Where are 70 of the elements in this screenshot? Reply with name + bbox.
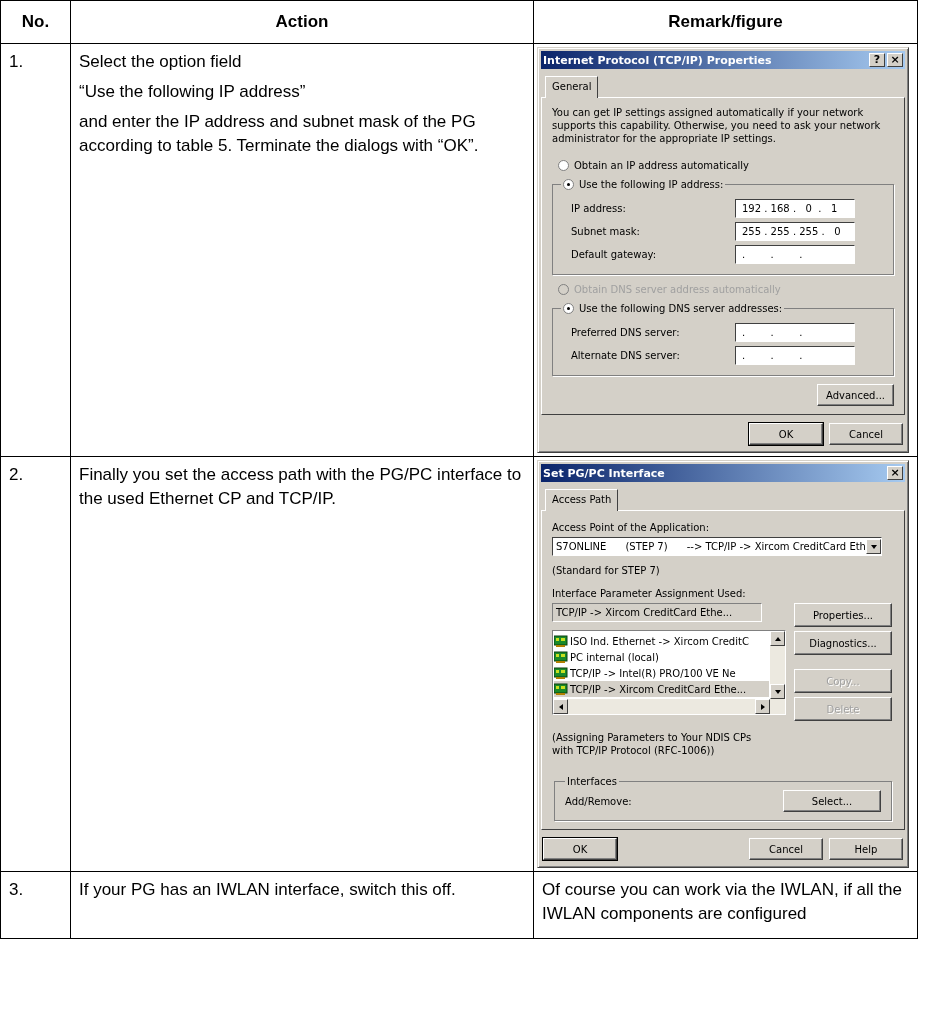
vertical-scrollbar[interactable]	[770, 631, 785, 699]
step-number: 3.	[9, 880, 24, 899]
field-label: Default gateway:	[570, 248, 658, 261]
radio-button[interactable]	[563, 303, 574, 314]
cancel-button[interactable]: Cancel	[749, 838, 823, 860]
list-item[interactable]: TCP/IP -> Xircom CreditCard Ethe...	[554, 681, 769, 697]
ip-address-field[interactable]: . . .	[735, 346, 855, 365]
step-number: 2.	[9, 465, 24, 484]
list-item[interactable]: ISO Ind. Ethernet -> Xircom CreditC	[554, 633, 769, 649]
field-label: Alternate DNS server:	[570, 349, 681, 362]
ip-address-field[interactable]: . . .	[735, 323, 855, 342]
group-label: Interfaces	[566, 775, 618, 788]
description-text: You can get IP settings assigned automatically if your network supports this capability. Otherwise, you need to ask your network administrator for the appropriate IP settings.	[552, 106, 882, 145]
network-card-icon	[554, 651, 568, 663]
close-button[interactable]: ×	[887, 466, 903, 480]
ip-address-field[interactable]: 192 . 168 . 0 . 1	[735, 199, 855, 218]
window-title: Internet Protocol (TCP/IP) Properties	[543, 53, 773, 67]
list-item[interactable]: TCP/IP -> Intel(R) PRO/100 VE Ne	[554, 665, 769, 681]
scroll-button[interactable]	[553, 699, 568, 714]
network-card-icon	[554, 667, 568, 679]
field-label: IP address:	[570, 202, 627, 215]
radio-label: Use the following IP address:	[579, 178, 724, 191]
parameter-field: TCP/IP -> Xircom CreditCard Ethe...	[552, 603, 762, 622]
ok-button[interactable]: OK	[543, 838, 617, 860]
radio-button[interactable]	[558, 160, 569, 171]
interface-list[interactable]: ISO Ind. Ethernet -> Xircom CreditC PC internal (local) TCP/IP -> Intel(R) PRO/100 VE Ne TCP/IP -> Xircom CreditCard Ethe...	[552, 630, 786, 715]
remark-text: Of course you can work via the IWLAN, if all the IWLAN components are configured	[542, 879, 903, 925]
standard-note: (Standard for STEP 7)	[552, 564, 661, 577]
advanced-button[interactable]: Advanced...	[817, 384, 894, 406]
dialog-button[interactable]: Diagnostics...	[794, 631, 892, 655]
select-button[interactable]: Select...	[783, 790, 881, 812]
access-point-dropdown[interactable]: S7ONLINE (STEP 7) --> TCP/IP -> Xircom CreditCard Eth	[552, 537, 882, 556]
scroll-button[interactable]	[755, 699, 770, 714]
help-button[interactable]: Help	[829, 838, 903, 860]
step-number: 1.	[9, 52, 24, 71]
column-header: No.	[21, 12, 50, 31]
action-text: Finally you set the access path with the PG/PC interface to the used Ethernet CP and TCP/IP.	[79, 464, 523, 510]
field-label: Subnet mask:	[570, 225, 641, 238]
help-button[interactable]: ?	[869, 53, 885, 67]
add-remove-label: Add/Remove:	[565, 794, 632, 808]
network-card-icon	[554, 683, 568, 695]
list-item[interactable]: PC internal (local)	[554, 649, 769, 665]
triangle-icon	[869, 542, 878, 551]
access-point-label: Access Point of the Application:	[552, 521, 711, 534]
tab[interactable]: General	[545, 76, 599, 98]
protocol-note: (Assigning Parameters to Your NDIS CPs with TCP/IP Protocol (RFC-1006))	[552, 731, 753, 757]
ok-button[interactable]: OK	[749, 423, 823, 445]
parameter-label: Interface Parameter Assignment Used:	[552, 587, 747, 600]
field-label: Preferred DNS server:	[570, 326, 681, 339]
dropdown-button[interactable]	[866, 539, 881, 554]
radio-label: Obtain an IP address automatically	[574, 159, 749, 172]
action-text: and enter the IP address and subnet mask of the PG according to table 5. Terminate the dialogs with “OK”.	[79, 111, 480, 157]
close-button[interactable]: ×	[887, 53, 903, 67]
scroll-button[interactable]	[770, 631, 785, 646]
column-header: Remark/figure	[668, 12, 783, 31]
action-text: If your PG has an IWLAN interface, switch this off.	[79, 879, 457, 901]
tab[interactable]: Access Path	[545, 489, 619, 511]
scroll-button[interactable]	[770, 684, 785, 699]
horizontal-scrollbar[interactable]	[553, 699, 785, 714]
dialog-button[interactable]: Properties...	[794, 603, 892, 627]
column-header: Action	[275, 12, 329, 31]
action-text: “Use the following IP address”	[79, 81, 307, 103]
ip-address-field[interactable]: . . .	[735, 245, 855, 264]
radio-label: Use the following DNS server addresses:	[579, 302, 783, 315]
window-title: Set PG/PC Interface	[543, 466, 666, 480]
radio-button[interactable]	[563, 179, 574, 190]
action-text: Select the option field	[79, 51, 243, 73]
ip-address-field[interactable]: 255 . 255 . 255 . 0	[735, 222, 855, 241]
network-card-icon	[554, 635, 568, 647]
cancel-button[interactable]: Cancel	[829, 423, 903, 445]
